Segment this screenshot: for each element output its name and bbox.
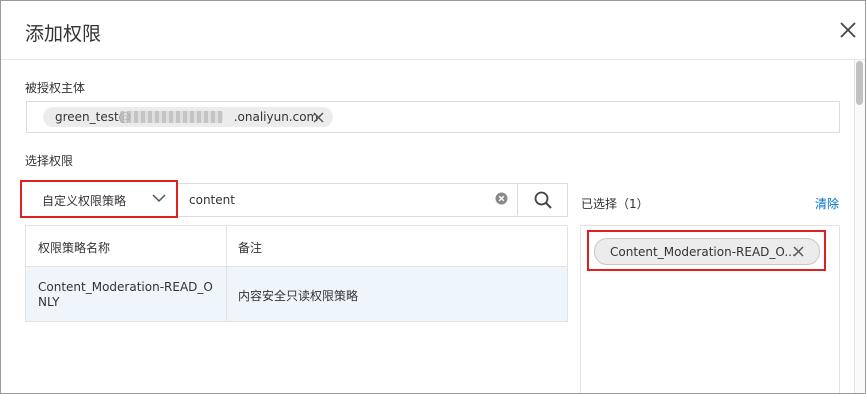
policy-name-cell: Content_Moderation-READ_ONLY	[38, 280, 213, 309]
clear-search-icon[interactable]	[495, 192, 508, 205]
column-header-note: 备注	[238, 241, 263, 255]
table-header: 权限策略名称 备注	[26, 226, 567, 267]
selected-policy-label: Content_Moderation-READ_O...	[610, 245, 796, 259]
policy-note-cell: 内容安全只读权限策略	[238, 289, 359, 303]
dialog-scrollbar-thumb[interactable]	[856, 61, 863, 105]
policy-type-value: 自定义权限策略	[42, 194, 127, 208]
close-button[interactable]	[837, 19, 861, 43]
search-icon	[534, 191, 552, 209]
column-header-policy-name: 权限策略名称	[38, 241, 111, 255]
search-button[interactable]	[517, 184, 567, 215]
redacted-email-blur	[120, 111, 223, 123]
close-icon	[840, 22, 856, 38]
selected-policy-tag: Content_Moderation-READ_O...	[594, 238, 820, 265]
policy-table: 权限策略名称 备注 Content_Moderation-READ_ONLY 内…	[25, 225, 568, 322]
principal-field[interactable]: green_test@ .onaliyun.com	[26, 101, 840, 133]
policy-type-select[interactable]: 自定义权限策略	[20, 180, 178, 218]
column-divider	[226, 226, 227, 321]
principal-label: 被授权主体	[25, 81, 86, 95]
policy-search-input[interactable]	[189, 191, 489, 209]
clear-selected-link[interactable]: 清除	[815, 195, 839, 212]
remove-selected-icon[interactable]	[793, 246, 804, 257]
add-permission-dialog: 添加权限 被授权主体 green_test@ .onaliyun.com 选择权限…	[0, 0, 866, 394]
table-row[interactable]: Content_Moderation-READ_ONLY 内容安全只读权限策略	[26, 267, 567, 321]
dialog-scrollbar-track[interactable]	[854, 60, 865, 393]
dialog-title: 添加权限	[25, 23, 102, 45]
chevron-down-icon	[152, 194, 166, 203]
principal-tag: green_test@ .onaliyun.com	[43, 107, 333, 127]
dialog-header: 添加权限	[1, 1, 865, 60]
select-permission-label: 选择权限	[25, 154, 74, 168]
selected-count-title: 已选择（1）	[581, 197, 649, 211]
principal-tag-close-icon[interactable]	[313, 112, 324, 123]
